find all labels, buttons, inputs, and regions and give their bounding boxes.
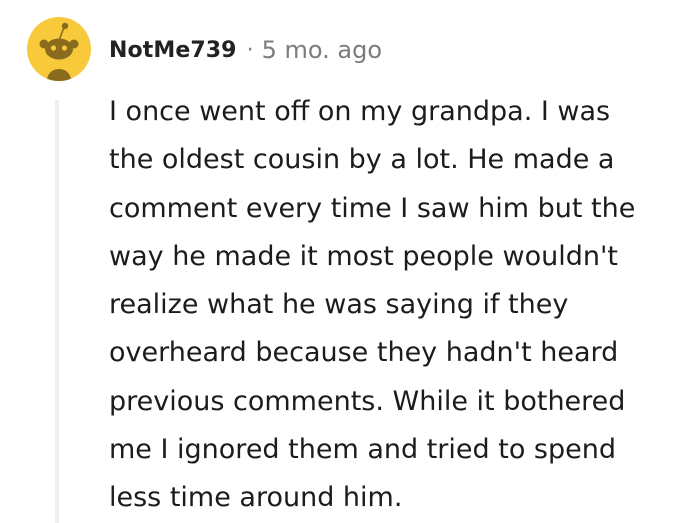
comment-body-line: I once went off on my grandpa. I was [109,96,611,127]
username-link[interactable]: NotMe739 [109,38,237,63]
snoo-avatar-icon[interactable] [27,17,91,81]
comment-body-line: comment every time I saw him but the [109,192,636,224]
comment-header: NotMe739 · 5 mo. ago [109,34,382,66]
comment-body-line: overheard because they hadn't heard [109,337,619,369]
meta-separator: · [246,37,254,63]
thread-collapse-line[interactable] [55,100,59,523]
comment-body-line: me I ignored them and tried to spend [109,434,617,466]
comment-timestamp[interactable]: 5 mo. ago [262,36,382,64]
comment-body: I once went off on my grandpa. I was the… [109,88,694,523]
comment: NotMe739 · 5 mo. ago I once went off on … [0,0,700,523]
comment-body-line: previous comments. While it bothered [109,385,626,417]
comment-body-line: realize what he was saying if they [109,289,569,321]
comment-body-line: less time around him. [109,482,403,514]
comment-body-line: way he made it most people wouldn't [109,240,618,272]
snoo-icon [39,22,79,81]
comment-body-line: the oldest cousin by a lot. He made a [109,144,615,176]
